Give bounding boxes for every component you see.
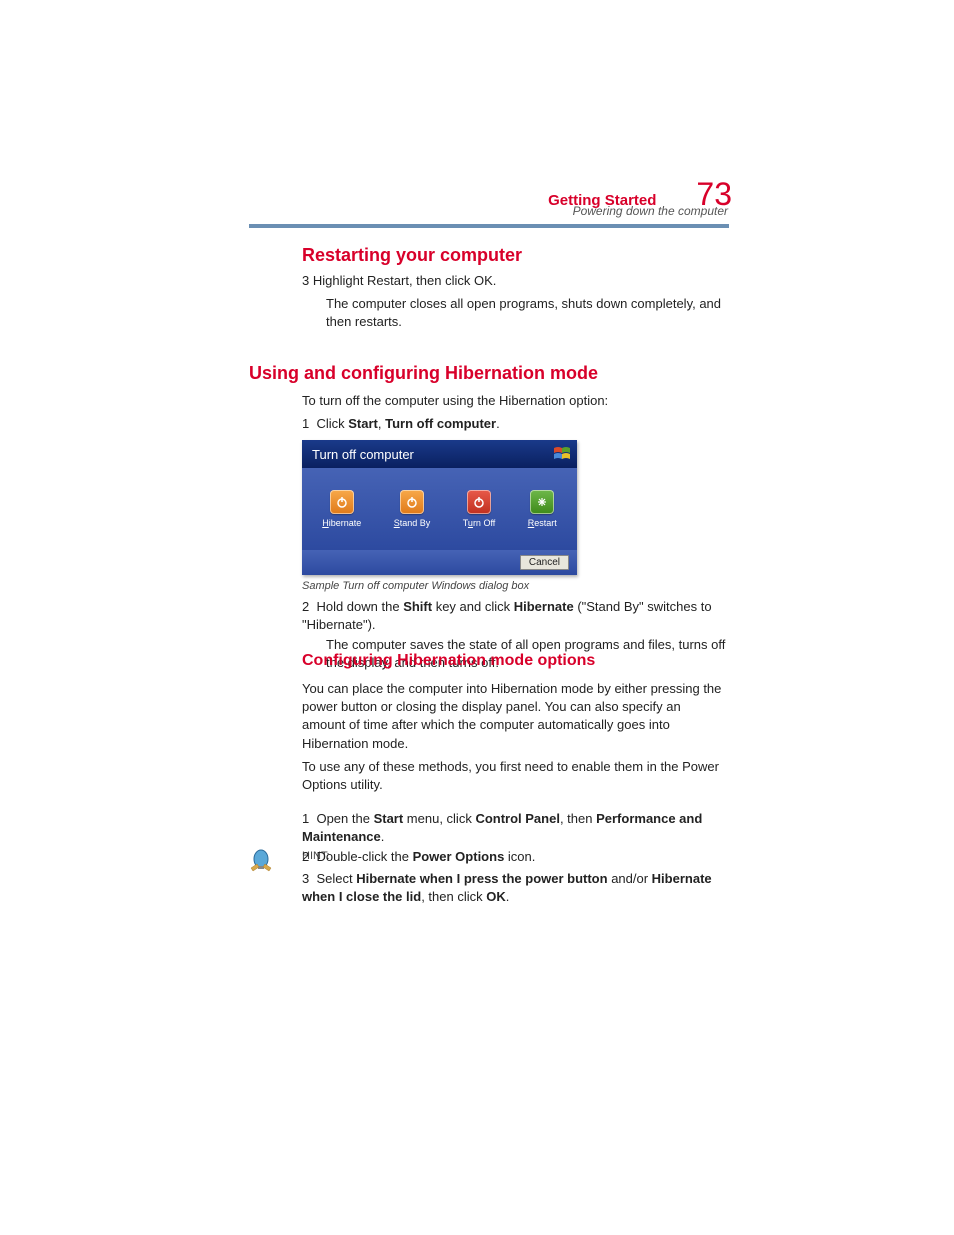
section-subtitle: Powering down the computer bbox=[573, 204, 728, 218]
text-config-p1: You can place the computer into Hibernat… bbox=[302, 680, 722, 753]
power-icon bbox=[330, 490, 354, 514]
dialog-title-text: Turn off computer bbox=[312, 447, 414, 462]
windows-flag-icon bbox=[553, 446, 571, 462]
standby-label: tand By bbox=[400, 518, 431, 528]
text-hib-step1a: 1 Click Start, Turn off computer. bbox=[302, 415, 722, 433]
dialog-titlebar: Turn off computer bbox=[302, 440, 577, 468]
restart-option[interactable]: Restart bbox=[528, 490, 557, 528]
text-hint-step3: 3 Select Hibernate when I press the powe… bbox=[302, 870, 722, 906]
header-divider bbox=[249, 224, 729, 228]
text-hint-step1: 1 Open the Start menu, click Control Pan… bbox=[302, 810, 722, 846]
turn-off-dialog: Turn off computer Hibernate Stand By bbox=[302, 440, 577, 575]
hibernate-label: ibernate bbox=[329, 518, 362, 528]
text-hib-intro: To turn off the computer using the Hiber… bbox=[302, 392, 722, 410]
cancel-button[interactable]: Cancel bbox=[520, 555, 569, 570]
hibernate-option[interactable]: Hibernate bbox=[322, 490, 361, 528]
text-hib-step2: 2 Hold down the Shift key and click Hibe… bbox=[302, 598, 722, 634]
text-restart-step: 3 Highlight Restart, then click OK. bbox=[302, 272, 722, 290]
heading-config: Configuring Hibernation mode options bbox=[302, 652, 595, 670]
restart-icon bbox=[530, 490, 554, 514]
dialog-caption: Sample Turn off computer Windows dialog … bbox=[302, 580, 529, 592]
standby-option[interactable]: Stand By bbox=[394, 490, 431, 528]
turnoff-label: rn Off bbox=[473, 518, 495, 528]
power-icon bbox=[400, 490, 424, 514]
text-config-p2: To use any of these methods, you first n… bbox=[302, 758, 722, 794]
restart-label: estart bbox=[534, 518, 557, 528]
hint-icon bbox=[248, 848, 274, 874]
text-hint-step2: 2 Double-click the Power Options icon. bbox=[302, 848, 722, 866]
text-restart-desc: The computer closes all open programs, s… bbox=[326, 295, 726, 331]
turnoff-option[interactable]: Turn Off bbox=[463, 490, 496, 528]
heading-restarting: Restarting your computer bbox=[302, 245, 522, 266]
heading-hibernation: Using and configuring Hibernation mode bbox=[249, 363, 598, 384]
power-icon bbox=[467, 490, 491, 514]
